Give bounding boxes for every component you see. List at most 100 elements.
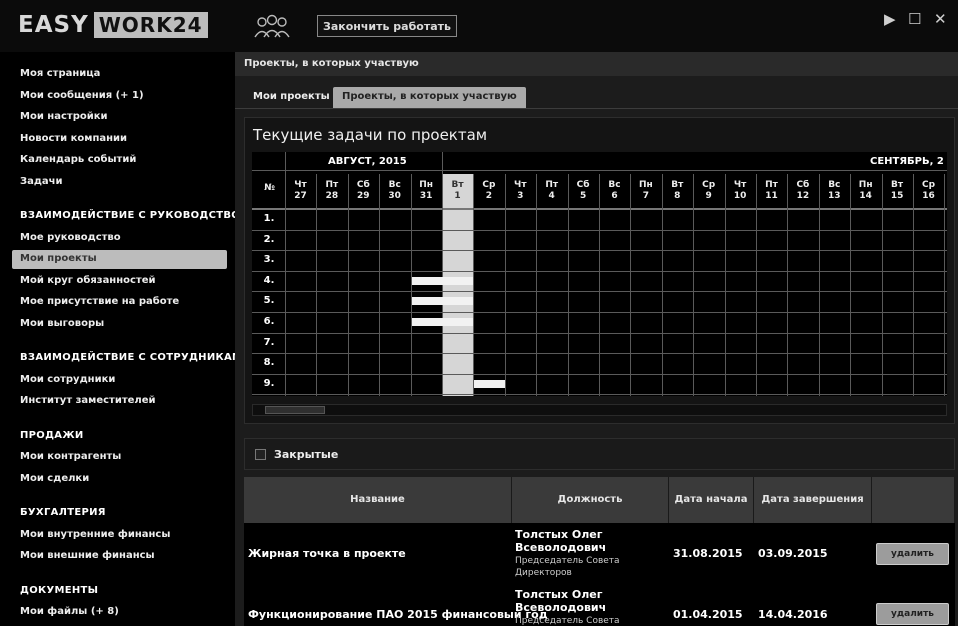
col-header-name: Название — [244, 477, 512, 523]
sidebar-item-calendar[interactable]: Календарь событий — [20, 154, 136, 165]
sidebar-item-management[interactable]: Мое руководство — [20, 232, 121, 243]
day-header: Пн 14 — [858, 180, 873, 201]
grid-line — [599, 174, 600, 396]
sidebar-section-management: ВЗАИМОДЕЙСТВИЕ С РУКОВОДСТВОМ — [20, 210, 251, 221]
day-header: Чт 10 — [733, 180, 747, 201]
sidebar-item-my-page[interactable]: Моя страница — [20, 68, 100, 79]
day-header: Ср 16 — [921, 180, 936, 201]
delete-button[interactable]: удалить — [876, 603, 949, 625]
day-header: Ср 2 — [482, 180, 496, 201]
sidebar-section-sales: ПРОДАЖИ — [20, 430, 84, 441]
sidebar-item-settings[interactable]: Мои настройки — [20, 111, 108, 122]
sidebar-item-employees[interactable]: Мои сотрудники — [20, 374, 115, 385]
grid-line — [285, 152, 286, 174]
sidebar-item-contractors[interactable]: Мои контрагенты — [20, 451, 121, 462]
finish-work-button[interactable]: Закончить работать — [317, 15, 457, 37]
day-header: Вт 8 — [671, 180, 684, 201]
sidebar-item-deals[interactable]: Мои сделки — [20, 473, 89, 484]
task-bar[interactable] — [411, 318, 474, 326]
task-bar[interactable] — [411, 297, 474, 306]
grid-line — [818, 174, 820, 396]
sidebar-item-messages[interactable]: Мои сообщения (+ 1) — [20, 90, 144, 101]
main-content: Проекты, в которых участвую Мои проекты … — [235, 52, 958, 626]
grid-line — [316, 174, 318, 396]
play-icon[interactable]: ▶ — [884, 10, 896, 28]
row-number: 6. — [263, 316, 275, 327]
month-label-august: АВГУСТ, 2015 — [328, 156, 407, 167]
table-row: Жирная точка в проекте Толстых Олег Всев… — [244, 524, 955, 584]
day-header: Сб 12 — [796, 180, 810, 201]
day-header: Пн 7 — [639, 180, 653, 201]
grid-line — [567, 174, 569, 396]
grid-line — [724, 174, 726, 396]
top-bar: EASY WORK24 Закончить работать ▶ ☐ ✕ — [0, 0, 958, 52]
day-header: Сб 29 — [356, 180, 370, 201]
closed-filter[interactable]: Закрытые — [244, 438, 955, 470]
grid-line — [252, 353, 947, 355]
sidebar: Моя страница Мои сообщения (+ 1) Мои нас… — [0, 52, 251, 626]
row-number: 9. — [263, 377, 275, 389]
task-bar[interactable] — [411, 276, 474, 285]
projects-table: Название Должность Дата начала Дата заве… — [244, 477, 955, 626]
col-header-start: Дата начала — [669, 477, 754, 523]
day-header: Сб 5 — [576, 180, 590, 201]
maximize-icon[interactable]: ☐ — [908, 10, 921, 28]
tab-divider — [235, 108, 958, 109]
row-number: 5. — [263, 295, 275, 307]
person-name: Толстых Олег Всеволодович — [515, 588, 607, 614]
sidebar-item-files[interactable]: Мои файлы (+ 8) — [20, 606, 119, 617]
grid-line — [850, 174, 852, 396]
start-date: 01.04.2015 — [673, 608, 743, 621]
day-header: Пт 28 — [325, 180, 339, 201]
sidebar-item-news[interactable]: Новости компании — [20, 133, 127, 144]
scrollbar-thumb[interactable] — [265, 406, 325, 414]
grid-line — [536, 174, 538, 396]
grid-line — [913, 174, 914, 396]
grid-line — [630, 174, 632, 396]
person-role: Председатель Совета — [515, 616, 620, 626]
sidebar-item-duties[interactable]: Мой круг обязанностей — [20, 275, 156, 286]
project-name: Функционирование ПАО 2015 финансовый год — [248, 608, 548, 621]
closed-checkbox[interactable] — [255, 449, 266, 460]
grid-line — [252, 291, 947, 293]
sidebar-item-deputies[interactable]: Институт заместителей — [20, 395, 156, 406]
sidebar-item-presence[interactable]: Мое присутствие на работе — [20, 296, 179, 307]
sidebar-item-internal-finance[interactable]: Мои внутренние финансы — [20, 529, 170, 540]
grid-line — [379, 174, 381, 396]
day-header: Вс 6 — [608, 180, 621, 201]
tab-my-projects[interactable]: Мои проекты — [244, 87, 339, 108]
delete-button[interactable]: удалить — [876, 543, 949, 565]
logo-easy: EASY — [18, 12, 89, 38]
close-icon[interactable]: ✕ — [934, 10, 947, 28]
sidebar-item-tasks[interactable]: Задачи — [20, 176, 63, 187]
sidebar-item-external-finance[interactable]: Мои внешние финансы — [20, 550, 155, 561]
app-logo[interactable]: EASY WORK24 — [18, 12, 208, 38]
grid-line — [661, 174, 663, 396]
closed-label: Закрытые — [274, 448, 339, 461]
day-header: Вс 30 — [388, 180, 401, 201]
col-header-role: Должность — [512, 477, 669, 523]
people-icon[interactable] — [252, 13, 292, 39]
table-row: Функционирование ПАО 2015 финансовый год… — [244, 586, 955, 626]
grid-line — [881, 174, 883, 396]
grid-line — [693, 174, 695, 396]
grid-line — [787, 174, 789, 396]
gantt-chart[interactable]: АВГУСТ, 2015 СЕНТЯБРЬ, 2 № Чт 27 Пт 28 Сб 29 Вс… — [252, 152, 947, 396]
grid-line — [756, 174, 757, 396]
day-header: Пт 11 — [765, 180, 778, 201]
gantt-scrollbar[interactable] — [252, 404, 947, 416]
sidebar-item-reprimands[interactable]: Мои выговоры — [20, 318, 104, 329]
grid-line — [504, 174, 506, 396]
day-header: Чт 3 — [514, 180, 527, 201]
panel-title: Текущие задачи по проектам — [253, 126, 488, 144]
col-header-end: Дата завершения — [754, 477, 872, 523]
grid-line — [442, 174, 443, 396]
grid-line — [944, 174, 946, 396]
sidebar-item-projects[interactable]: Мои проекты — [12, 250, 227, 269]
tab-participating-projects[interactable]: Проекты, в которых участвую — [333, 87, 526, 108]
grid-line — [252, 170, 947, 171]
grid-line — [285, 174, 286, 396]
grid-line — [347, 174, 349, 396]
sidebar-section-accounting: БУХГАЛТЕРИЯ — [20, 507, 106, 518]
task-bar[interactable] — [474, 379, 505, 388]
